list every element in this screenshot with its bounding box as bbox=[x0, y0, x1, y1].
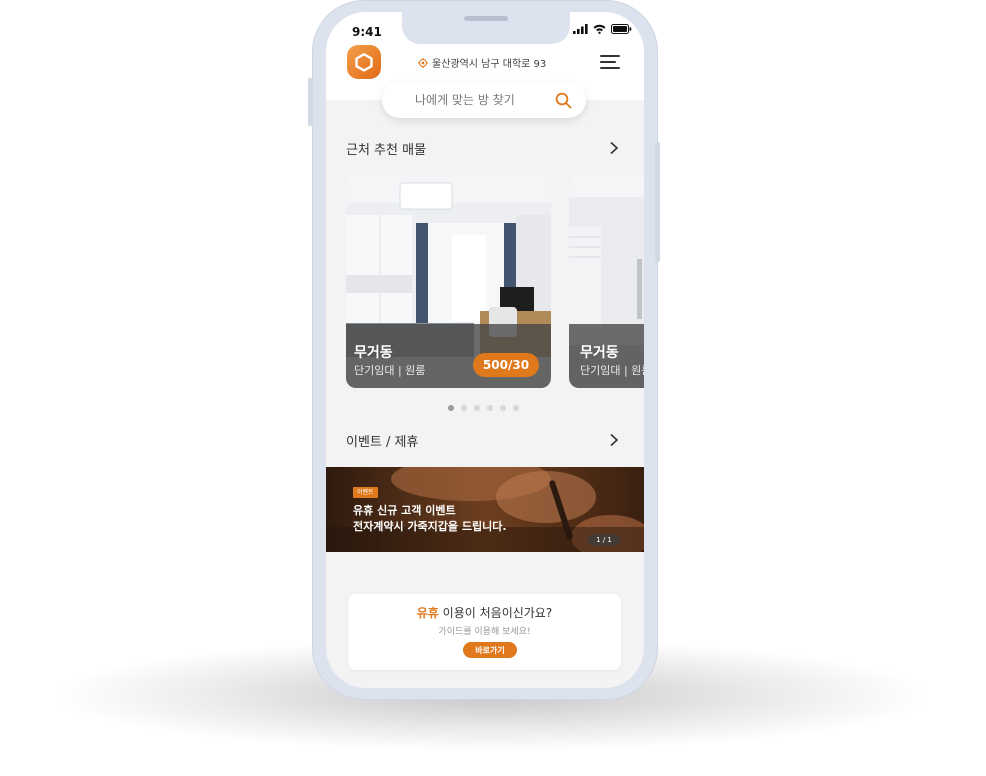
carousel-dot[interactable] bbox=[474, 405, 480, 411]
search-icon[interactable] bbox=[555, 92, 572, 109]
listing-card[interactable]: 무거동 단기임대 | 원룸 bbox=[569, 175, 644, 388]
phone-side-button bbox=[308, 78, 313, 126]
app-logo[interactable] bbox=[347, 45, 381, 79]
carousel-dot[interactable] bbox=[500, 405, 506, 411]
guide-title: 유휴 이용이 처음이신가요? bbox=[348, 604, 621, 621]
event-title: 유휴 신규 고객 이벤트 bbox=[353, 504, 456, 517]
address-text: 울산광역시 남구 대학로 93 bbox=[432, 59, 547, 70]
status-icons bbox=[573, 24, 632, 34]
chevron-right-icon[interactable] bbox=[608, 433, 620, 447]
recommend-section-title: 근처 추천 매물 bbox=[346, 143, 427, 158]
events-section-title: 이벤트 / 제휴 bbox=[346, 435, 419, 450]
carousel-pagination bbox=[448, 405, 519, 411]
carousel-dot[interactable] bbox=[487, 405, 493, 411]
event-subtitle: 전자계약시 가죽지갑을 드립니다. bbox=[353, 520, 507, 533]
location-icon bbox=[418, 57, 428, 68]
go-button[interactable]: 바로가기 bbox=[463, 642, 517, 658]
carousel-dot[interactable] bbox=[461, 405, 467, 411]
battery-icon bbox=[611, 24, 632, 34]
card-type: 단기임대 | 원룸 bbox=[580, 364, 644, 377]
search-bar[interactable] bbox=[382, 82, 586, 118]
search-input[interactable] bbox=[415, 93, 545, 107]
phone-notch bbox=[402, 12, 570, 44]
phone-side-button bbox=[655, 142, 660, 262]
guide-subtitle: 가이드를 이용해 보세요! bbox=[438, 627, 531, 637]
guide-question: 이용이 처음이신가요? bbox=[438, 606, 553, 620]
signal-icon bbox=[573, 24, 588, 34]
guide-brand: 유휴 bbox=[416, 606, 439, 620]
chevron-right-icon[interactable] bbox=[608, 141, 620, 155]
wifi-icon bbox=[593, 24, 606, 34]
price-badge: 500/30 bbox=[473, 353, 539, 377]
house-logo-icon bbox=[355, 53, 373, 72]
event-badge: 이벤트 bbox=[353, 487, 378, 498]
card-location: 무거동 bbox=[580, 345, 619, 361]
banner-pager: 1 / 1 bbox=[588, 534, 620, 546]
status-time: 9:41 bbox=[352, 25, 382, 39]
card-type: 단기임대 | 원룸 bbox=[354, 364, 426, 377]
location-address[interactable]: 울산광역시 남구 대학로 93 bbox=[418, 55, 546, 70]
app-screen: 9:41 울산광역시 남구 대학로 93 나에게 맞는 방 찾기 근처 추천 매… bbox=[326, 12, 644, 688]
listing-card[interactable]: 무거동 단기임대 | 원룸 500/30 bbox=[346, 175, 551, 388]
event-banner[interactable]: 이벤트 유휴 신규 고객 이벤트 전자계약시 가죽지갑을 드립니다. 1 / 1 bbox=[326, 467, 644, 552]
carousel-dot[interactable] bbox=[513, 405, 519, 411]
guide-card: 유휴 이용이 처음이신가요? 가이드를 이용해 보세요! 바로가기 bbox=[348, 594, 621, 670]
speaker-grille bbox=[464, 16, 508, 21]
menu-icon[interactable] bbox=[600, 55, 622, 71]
card-location: 무거동 bbox=[354, 345, 393, 361]
carousel-dot[interactable] bbox=[448, 405, 454, 411]
